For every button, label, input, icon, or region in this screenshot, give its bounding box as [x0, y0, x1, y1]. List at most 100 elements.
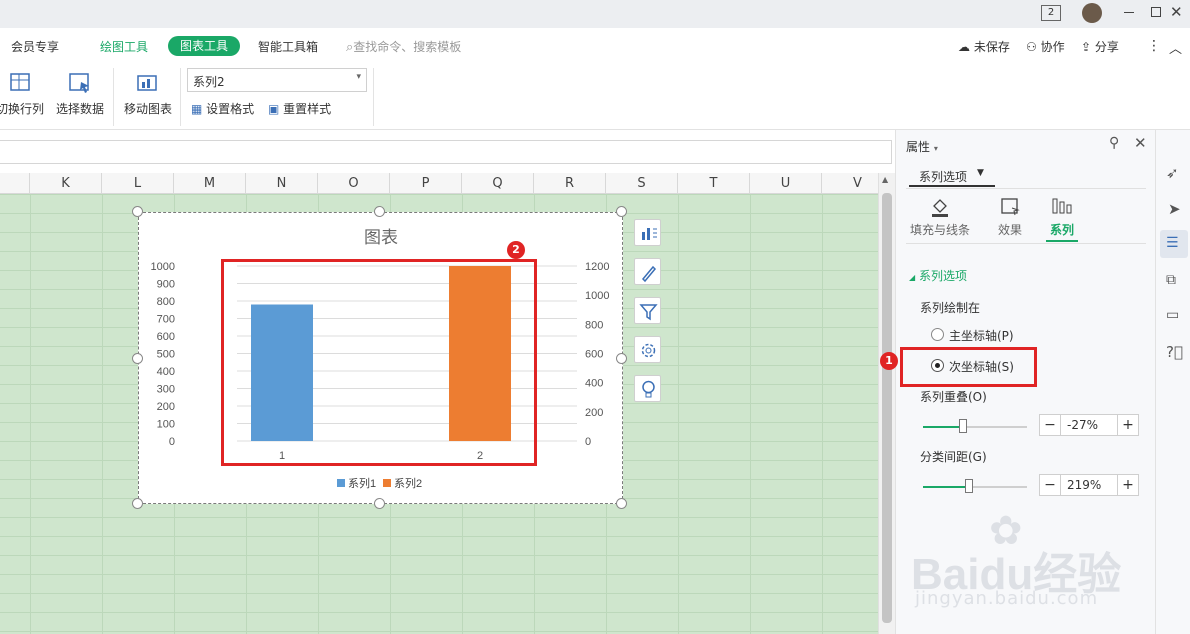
properties-rail-button[interactable]: ☰ [1160, 230, 1188, 258]
pin-icon[interactable]: ⚲ [1109, 135, 1119, 151]
column-header-s[interactable]: S [606, 173, 678, 194]
column-gridline [30, 194, 31, 634]
series-options-dropdown-label: 系列选项 [919, 170, 968, 184]
annotation-badge-2: 2 [507, 241, 525, 259]
chevron-down-icon: ▾ [933, 144, 938, 153]
column-header-m[interactable]: M [174, 173, 246, 194]
move-chart-button[interactable]: 移动图表 [122, 68, 174, 117]
section-series-options[interactable]: ◢ 系列选项 [909, 267, 967, 284]
column-header-n[interactable]: N [246, 173, 318, 194]
more-icon[interactable]: ⋮ [1147, 38, 1161, 54]
menu-member[interactable]: 会员专享 [11, 38, 59, 55]
switch-row-col-button[interactable]: 切换行列 [0, 68, 48, 117]
avatar[interactable] [1082, 3, 1102, 23]
resize-handle-bl[interactable] [132, 498, 143, 509]
select-data-icon [69, 73, 89, 93]
column-gridline [750, 194, 751, 634]
radio-primary-label: 主坐标轴(P) [949, 329, 1014, 343]
gap-width-slider-handle[interactable] [965, 479, 973, 493]
share-button[interactable]: ⇪ 分享 [1081, 38, 1119, 55]
chart-filter-button[interactable] [634, 297, 661, 324]
triangle-down-icon: ◢ [909, 273, 916, 282]
chart-elements-button[interactable] [634, 219, 661, 246]
column-header-t[interactable]: T [678, 173, 750, 194]
resize-handle-br[interactable] [616, 498, 627, 509]
column-header-q[interactable]: Q [462, 173, 534, 194]
series-options-dropdown[interactable]: 系列选项 ▼ [909, 161, 995, 187]
rocket-icon[interactable]: ➶ [1166, 164, 1179, 182]
reset-style-button[interactable]: ▣ 重置样式 [268, 100, 331, 117]
select-pointer-icon[interactable]: ➤ [1168, 200, 1181, 218]
collab-button[interactable]: ⚇ 协作 [1026, 38, 1065, 55]
overlap-value[interactable]: -27% [1060, 415, 1118, 435]
column-header-o[interactable]: O [318, 173, 390, 194]
series-dropdown[interactable]: 系列2 ▾ [187, 68, 367, 92]
menu-drawing-tools[interactable]: 绘图工具 [100, 38, 148, 55]
resize-handle-tc[interactable] [374, 206, 385, 217]
chart-settings-button[interactable] [634, 336, 661, 363]
plus-icon[interactable]: + [1118, 415, 1138, 435]
sliders-icon: ☰ [1166, 235, 1179, 251]
gap-width-value[interactable]: 219% [1060, 475, 1118, 495]
menu-chart-tools[interactable]: 图表工具 [168, 36, 241, 56]
collapse-ribbon-icon[interactable]: ︿ [1169, 38, 1182, 57]
page-count-badge[interactable]: 2 [1041, 5, 1061, 21]
plus-icon[interactable]: + [1118, 475, 1138, 495]
series-bars-icon [1052, 198, 1072, 214]
tab-effects[interactable]: 效果 [992, 196, 1028, 240]
chart-style-button[interactable] [634, 258, 661, 285]
watermark-url: jingyan.baidu.com [915, 588, 1099, 609]
resize-handle-bc[interactable] [374, 498, 385, 509]
tab-fill-line-label: 填充与线条 [909, 223, 970, 237]
column-header-p[interactable]: P [390, 173, 462, 194]
gear-icon [641, 343, 656, 358]
vertical-scrollbar[interactable]: ▲ [878, 173, 895, 634]
resize-handle-tl[interactable] [132, 206, 143, 217]
column-header: K L M N O P Q R S T U V [0, 173, 894, 194]
primary-tick-label: 500 [157, 349, 175, 361]
set-format-button[interactable]: ▦ 设置格式 [191, 100, 254, 117]
radio-unchecked-icon [931, 328, 944, 341]
resize-handle-tr[interactable] [616, 206, 627, 217]
select-data-button[interactable]: 选择数据 [54, 68, 106, 117]
secondary-tick-label: 0 [585, 436, 591, 448]
menu-smart-toolbox[interactable]: 智能工具箱 [258, 38, 318, 55]
caret-down-icon: ▼ [977, 168, 984, 178]
column-header-l[interactable]: L [102, 173, 174, 194]
legend-label-系列1: 系列1 [348, 476, 376, 490]
resize-handle-mr[interactable] [616, 353, 627, 364]
minimize-icon[interactable] [1124, 12, 1134, 13]
overlap-slider-handle[interactable] [959, 419, 967, 433]
search-box[interactable]: ⌕查找命令、搜索模板 [346, 38, 461, 55]
row-gridline [0, 555, 878, 556]
scroll-up-icon[interactable]: ▲ [882, 175, 888, 184]
filter-icon [639, 304, 658, 321]
scroll-thumb[interactable] [882, 193, 892, 623]
primary-tick-label: 600 [157, 331, 175, 343]
unsaved-button[interactable]: ☁ 未保存 [958, 38, 1010, 55]
archive-icon[interactable]: ▭ [1166, 307, 1179, 323]
transform-icon[interactable]: ⧉ [1166, 272, 1176, 288]
column-header-r[interactable]: R [534, 173, 606, 194]
column-header-blank [0, 173, 30, 194]
close-window-icon[interactable]: ✕ [1170, 3, 1183, 21]
formula-input[interactable] [0, 140, 892, 164]
panel-title[interactable]: 属性 ▾ [906, 138, 938, 155]
resize-handle-ml[interactable] [132, 353, 143, 364]
tab-series-label: 系列 [1049, 223, 1074, 237]
column-header-u[interactable]: U [750, 173, 822, 194]
overlap-stepper[interactable]: − -27% + [1039, 414, 1139, 436]
annotation-box-radio [900, 347, 1037, 387]
restore-icon[interactable] [1151, 7, 1161, 17]
column-header-k[interactable]: K [30, 173, 102, 194]
chart-ideas-button[interactable] [634, 375, 661, 402]
close-panel-icon[interactable]: ✕ [1134, 134, 1147, 152]
help-icon[interactable]: ?⃝ [1166, 343, 1183, 361]
tab-fill-line[interactable]: 填充与线条 [906, 196, 974, 240]
menu-bar: 会员专享 绘图工具 图表工具 智能工具箱 ⌕查找命令、搜索模板 ☁ 未保存 ⚇ … [0, 28, 1190, 64]
minus-icon[interactable]: − [1040, 415, 1060, 435]
gap-width-stepper[interactable]: − 219% + [1039, 474, 1139, 496]
minus-icon[interactable]: − [1040, 475, 1060, 495]
gap-width-slider-fill [923, 486, 969, 488]
tab-series[interactable]: 系列 [1044, 196, 1080, 240]
